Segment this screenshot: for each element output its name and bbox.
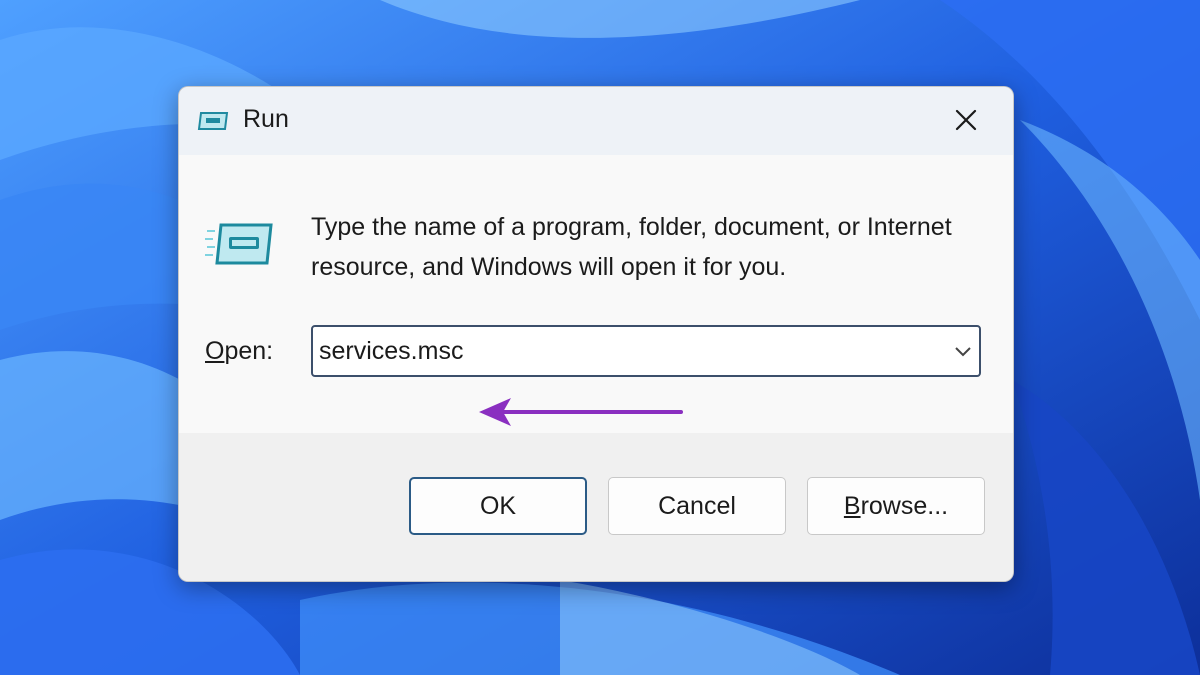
annotation-arrow bbox=[479, 398, 683, 426]
open-label-mnemonic: O bbox=[205, 337, 225, 365]
browse-button[interactable]: Browse... bbox=[807, 477, 985, 535]
open-combobox[interactable] bbox=[311, 325, 981, 377]
chevron-down-icon[interactable] bbox=[953, 343, 973, 359]
ok-button[interactable]: OK bbox=[409, 477, 587, 535]
dialog-content: Type the name of a program, folder, docu… bbox=[179, 155, 1013, 433]
description-text: Type the name of a program, folder, docu… bbox=[311, 213, 952, 281]
run-program-icon bbox=[205, 223, 273, 265]
title-bar[interactable]: Run bbox=[179, 87, 1013, 155]
close-icon bbox=[955, 109, 977, 131]
run-app-icon bbox=[197, 112, 229, 130]
run-dialog: Run Type the name of a program, folder, … bbox=[178, 86, 1014, 582]
window-title: Run bbox=[243, 105, 289, 133]
open-label: Open: bbox=[205, 337, 273, 366]
open-label-rest: pen: bbox=[224, 337, 274, 365]
browse-mnemonic: B bbox=[843, 491, 861, 520]
button-bar: OK Cancel Browse... bbox=[179, 433, 1013, 581]
close-button[interactable] bbox=[939, 97, 993, 143]
open-input[interactable] bbox=[319, 327, 919, 375]
cancel-button[interactable]: Cancel bbox=[608, 477, 786, 535]
browse-label-rest: rowse... bbox=[860, 491, 949, 520]
